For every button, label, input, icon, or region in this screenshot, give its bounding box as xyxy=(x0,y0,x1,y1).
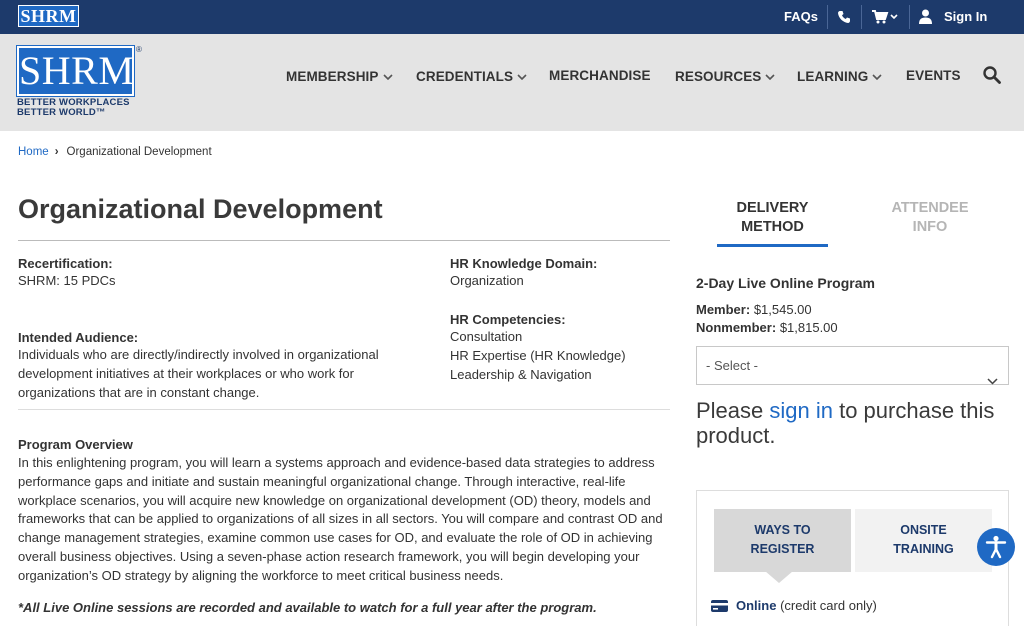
recertification-label: Recertification: xyxy=(18,256,113,271)
competencies-label: HR Competencies: xyxy=(450,312,566,327)
breadcrumb: Home › Organizational Development xyxy=(18,146,212,158)
tab-ways-to-register[interactable]: WAYS TO REGISTER xyxy=(714,509,851,572)
tab-onsite-training[interactable]: ONSITE TRAINING xyxy=(855,509,992,572)
shrm-logo[interactable]: SHRM xyxy=(16,45,135,97)
active-tab-indicator xyxy=(717,244,828,247)
registration-card: WAYS TO REGISTER ONSITE TRAINING Online … xyxy=(696,490,1009,626)
nav-label: EVENTS xyxy=(906,68,961,83)
tab-pointer xyxy=(765,571,793,583)
section-divider xyxy=(18,409,670,410)
nav-membership[interactable]: MEMBERSHIP xyxy=(286,68,393,86)
page-title: Organizational Development xyxy=(18,194,383,224)
overview-label: Program Overview xyxy=(18,437,133,452)
nav-label: RESOURCES xyxy=(675,69,762,84)
nav-resources[interactable]: RESOURCES xyxy=(675,68,775,86)
top-utility-bar: SHRM FAQs Sign In xyxy=(0,0,1024,34)
faqs-link[interactable]: FAQs xyxy=(784,0,818,34)
nonmember-price-row: Nonmember: $1,815.00 xyxy=(696,320,838,335)
competency-item: HR Expertise (HR Knowledge) xyxy=(450,348,626,363)
online-register-option[interactable]: Online (credit card only) xyxy=(711,598,877,615)
online-note: (credit card only) xyxy=(780,598,877,613)
program-title: 2-Day Live Online Program xyxy=(696,275,875,291)
member-price-row: Member: $1,545.00 xyxy=(696,302,812,317)
registered-mark: ® xyxy=(136,45,142,54)
title-divider xyxy=(18,240,670,241)
sign-in-link[interactable]: Sign In xyxy=(944,0,987,34)
nonmember-price: $1,815.00 xyxy=(779,320,838,335)
ways-tab-label: WAYS TO REGISTER xyxy=(750,523,815,556)
phone-icon[interactable] xyxy=(837,10,851,24)
member-label: Member: xyxy=(696,302,751,317)
competency-item: Leadership & Navigation xyxy=(450,367,592,382)
logo-tagline: BETTER WORKPLACES BETTER WORLD™ xyxy=(17,98,130,118)
chevron-right-icon: › xyxy=(54,146,59,158)
chevron-down-icon xyxy=(765,68,775,83)
tab-delivery-method[interactable]: DELIVERY METHOD xyxy=(717,199,828,237)
top-logo[interactable]: SHRM xyxy=(18,5,79,27)
session-select[interactable]: - Select - xyxy=(696,346,1009,385)
online-label: Online xyxy=(736,598,777,613)
knowledge-domain-value: Organization xyxy=(450,273,524,288)
tagline-line-2: BETTER WORLD™ xyxy=(17,107,106,118)
chevron-down-icon xyxy=(517,68,527,83)
top-divider xyxy=(861,5,862,29)
chevron-down-icon xyxy=(872,68,882,83)
recertification-value: SHRM: 15 PDCs xyxy=(18,273,116,288)
nonmember-label: Nonmember: xyxy=(696,320,777,335)
competency-item: Consultation xyxy=(450,329,523,344)
chevron-down-icon xyxy=(382,68,393,83)
prompt-text-1: Please xyxy=(696,398,770,423)
chevron-down-icon xyxy=(987,362,998,399)
overview-text: In this enlightening program, you will l… xyxy=(18,455,663,583)
sign-in-prompt-link[interactable]: sign in xyxy=(769,398,833,423)
accessibility-button[interactable] xyxy=(977,528,1015,566)
sign-in-prompt: Please sign in to purchase this product. xyxy=(696,398,1006,448)
audience-label: Intended Audience: xyxy=(18,330,139,345)
user-icon[interactable] xyxy=(919,9,932,24)
breadcrumb-current: Organizational Development xyxy=(66,146,212,158)
nav-merchandise[interactable]: MERCHANDISE xyxy=(549,68,651,86)
member-price: $1,545.00 xyxy=(753,302,812,317)
tab-attendee-info[interactable]: ATTENDEE INFO xyxy=(880,199,980,237)
breadcrumb-home-link[interactable]: Home xyxy=(18,146,49,158)
main-header: SHRM ® BETTER WORKPLACES BETTER WORLD™ M… xyxy=(0,34,1024,131)
top-divider xyxy=(827,5,828,29)
audience-value: Individuals who are directly/indirectly … xyxy=(18,347,379,400)
recording-note: *All Live Online sessions are recorded a… xyxy=(18,600,597,615)
search-icon[interactable] xyxy=(983,66,1001,89)
nav-label: CREDENTIALS xyxy=(416,69,514,84)
select-value: - Select - xyxy=(706,358,759,373)
nav-learning[interactable]: LEARNING xyxy=(797,68,882,86)
onsite-tab-label: ONSITE TRAINING xyxy=(893,523,954,556)
credit-card-icon xyxy=(711,600,728,615)
nav-label: LEARNING xyxy=(797,69,869,84)
accessibility-icon xyxy=(985,535,1007,559)
nav-credentials[interactable]: CREDENTIALS xyxy=(416,68,527,86)
knowledge-domain-label: HR Knowledge Domain: xyxy=(450,256,598,271)
nav-label: MEMBERSHIP xyxy=(286,69,379,84)
top-divider xyxy=(909,5,910,29)
nav-label: MERCHANDISE xyxy=(549,68,651,83)
cart-icon[interactable] xyxy=(872,10,900,24)
nav-events[interactable]: EVENTS xyxy=(906,68,961,86)
